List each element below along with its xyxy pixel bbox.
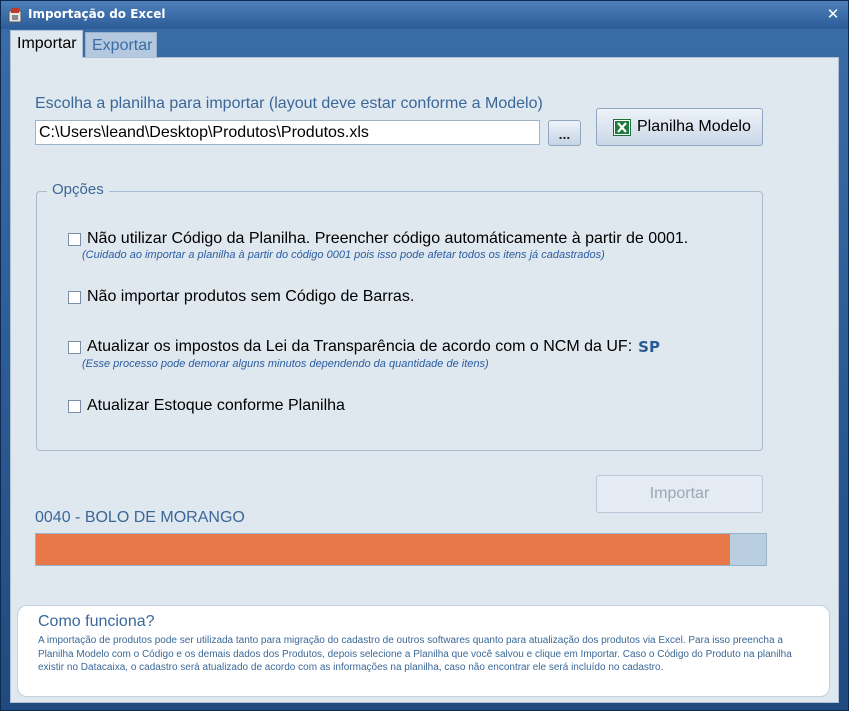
update-taxes-label: Atualizar os impostos da Lei da Transpar… — [87, 338, 633, 355]
how-it-works-panel: Como funciona? A importação de produtos … — [17, 605, 830, 697]
tab-importar[interactable]: Importar — [10, 30, 83, 58]
auto-code-label: Não utilizar Código da Planilha. Preench… — [87, 230, 689, 247]
window-title: Importação do Excel — [28, 7, 166, 21]
uf-value: SP — [638, 338, 660, 356]
importar-button[interactable]: Importar — [596, 475, 763, 513]
planilha-modelo-label: Planilha Modelo — [637, 118, 751, 135]
title-bar[interactable]: Importação do Excel ✕ — [1, 1, 848, 29]
excel-icon — [613, 119, 631, 136]
update-taxes-checkbox[interactable] — [68, 340, 81, 354]
current-item-status: 0040 - BOLO DE MORANGO — [35, 509, 245, 526]
app-icon — [8, 8, 22, 23]
browse-button[interactable]: ... — [548, 120, 581, 146]
update-stock-label: Atualizar Estoque conforme Planilha — [87, 397, 345, 414]
how-it-works-text: A importação de produtos pode ser utiliz… — [38, 635, 792, 673]
progress-bar — [35, 533, 767, 566]
choose-file-label: Escolha a planilha para importar (layout… — [35, 95, 543, 112]
auto-code-note: (Cuidado ao importar a planilha à partir… — [82, 249, 605, 261]
close-button[interactable]: ✕ — [824, 5, 842, 23]
auto-code-checkbox[interactable] — [68, 232, 81, 246]
skip-no-barcode-label: Não importar produtos sem Código de Barr… — [87, 288, 415, 305]
option-skip-no-barcode[interactable]: Não importar produtos sem Código de Barr… — [68, 288, 414, 306]
option-update-taxes[interactable]: Atualizar os impostos da Lei da Transpar… — [68, 338, 660, 356]
progress-bar-fill — [36, 534, 730, 565]
option-auto-code[interactable]: Não utilizar Código da Planilha. Preench… — [68, 230, 688, 248]
update-taxes-note: (Esse processo pode demorar alguns minut… — [82, 358, 489, 370]
skip-no-barcode-checkbox[interactable] — [68, 290, 81, 304]
import-window: Importação do Excel ✕ Importar Exportar … — [0, 0, 849, 711]
close-icon: ✕ — [826, 5, 840, 23]
planilha-modelo-button[interactable]: Planilha Modelo — [596, 108, 763, 146]
how-it-works-title: Como funciona? — [38, 613, 155, 630]
file-path-input[interactable] — [35, 120, 540, 145]
option-update-stock[interactable]: Atualizar Estoque conforme Planilha — [68, 397, 345, 415]
update-stock-checkbox[interactable] — [68, 399, 81, 413]
options-legend: Opções — [47, 181, 109, 198]
tab-exportar[interactable]: Exportar — [85, 32, 157, 58]
